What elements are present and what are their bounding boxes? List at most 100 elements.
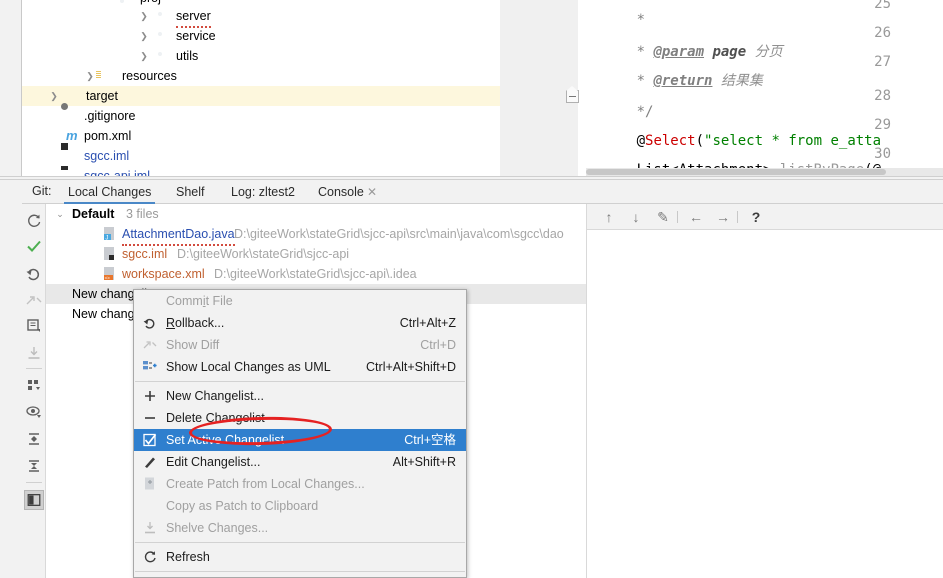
changelist-row[interactable]: ⌄ Default 3 files [46,204,586,224]
project-tree-panel[interactable]: proj ❯ server ❯ service ❯ utils ❯ resour… [22,0,500,176]
changed-file-name: AttachmentDao.java [122,224,235,246]
menu-item-shelve-changes[interactable]: Shelve Changes... [134,517,466,539]
git-window-label: Git: [32,184,52,198]
annotate-icon[interactable]: ✎ [655,209,671,225]
line-number: 26 [874,25,891,41]
code-editor-panel[interactable]: 25 26 27 28 29 30 * * @param page 分页 * @… [500,0,943,176]
code-token: @return [653,73,713,89]
checkbox-icon [142,432,158,448]
tree-row[interactable]: ❯ target [22,86,500,106]
menu-item-refresh[interactable]: Refresh [134,546,466,568]
pencil-icon [142,454,158,470]
chevron-right-icon[interactable]: ❯ [48,86,60,106]
tree-row[interactable]: ❯ resources [22,66,500,86]
toolbar-separator [26,482,42,483]
minus-icon [142,410,158,426]
file-iml-icon [66,169,80,176]
tab-local-changes[interactable]: Local Changes [64,182,156,204]
commit-check-icon[interactable] [25,237,43,255]
diff-preview-pane[interactable]: ↑ ↓ ✎ ← → ? [586,204,943,578]
xml-file-icon: <> [104,267,116,281]
changed-file-row[interactable]: J AttachmentDao.java D:\giteeWork\stateG… [46,224,586,246]
show-diff-icon [142,337,158,353]
editor-horizontal-scrollbar[interactable] [586,168,943,176]
uml-icon [142,359,158,375]
folder-orange-icon [66,89,80,103]
changed-file-row[interactable]: <> workspace.xml D:\giteeWork\stateGrid\… [46,264,586,284]
refresh-icon [142,549,158,565]
group-by-icon[interactable] [25,376,43,394]
tab-log[interactable]: Log: zltest2 [227,182,299,204]
menu-item-label: Shelve Changes... [166,521,269,535]
next-change-icon[interactable]: ↓ [628,209,644,225]
menu-item-label: Edit Changelist... [166,455,261,469]
chevron-right-icon[interactable]: ❯ [138,26,150,46]
line-number: 28 [874,88,891,104]
patch-icon [142,476,158,492]
chevron-right-icon[interactable]: ❯ [138,6,150,26]
tab-console[interactable]: Console [314,182,368,204]
folder-gray-icon [156,9,170,23]
menu-item-edit-changelist[interactable]: Edit Changelist... Alt+Shift+R [134,451,466,473]
menu-item-label: Create Patch from Local Changes... [166,477,365,491]
help-icon[interactable]: ? [748,209,764,225]
tree-row[interactable]: ❯ utils [22,46,500,66]
menu-item-label: New Changelist... [166,389,264,403]
changelist-file-count: 3 files [126,207,159,221]
show-diff-icon[interactable] [25,292,43,310]
rollback-icon[interactable] [25,265,43,283]
menu-item-create-patch-from-local-changes[interactable]: Create Patch from Local Changes... [134,473,466,495]
menu-item-label: Delete Changelist [166,411,265,425]
menu-item-show-diff[interactable]: Show Diff Ctrl+D [134,334,466,356]
context-menu[interactable]: Commit File Rollback... Ctrl+Alt+Z Show … [133,289,467,578]
file-view-icon[interactable] [25,317,43,335]
previous-change-icon[interactable]: ↑ [601,209,617,225]
java-file-icon: J [104,227,116,241]
menu-item-copy-as-patch-to-clipboard[interactable]: Copy as Patch to Clipboard [134,495,466,517]
menu-item-show-local-changes-as-uml[interactable]: Show Local Changes as UML Ctrl+Alt+Shift… [134,356,466,378]
menu-item-shortcut: Alt+Shift+R [392,455,456,469]
tree-row-label: resources [122,69,177,83]
tab-shelf[interactable]: Shelf [172,182,209,204]
tree-row[interactable]: m pom.xml [22,126,500,146]
back-icon[interactable]: ← [688,209,704,225]
tree-row[interactable]: ❯ server [22,6,500,28]
collapse-all-icon[interactable] [25,457,43,475]
forward-icon[interactable]: → [715,209,731,225]
menu-item-shortcut: Ctrl+Alt+Z [399,316,456,330]
close-icon[interactable]: ✕ [367,185,377,199]
chevron-down-icon[interactable]: ⌄ [54,204,66,224]
menu-item-new-changelist[interactable]: New Changelist... [134,385,466,407]
line-number: 25 [874,0,891,12]
tree-row-label: server [176,6,211,28]
menu-item-commit-file[interactable]: Commit File [134,290,466,312]
tree-row-label: utils [176,49,199,63]
git-side-toolbar [22,204,46,578]
tree-row[interactable]: sgcc.iml [22,146,500,166]
chevron-right-icon[interactable]: ❯ [138,46,150,66]
show-ignored-icon[interactable] [25,403,43,421]
preview-diff-icon[interactable] [24,490,44,510]
tree-row-label: pom.xml [84,129,132,143]
toolbar-separator [677,211,678,223]
refresh-icon[interactable] [25,212,43,230]
code-fold-marker[interactable] [566,86,579,103]
menu-item-rollback[interactable]: Rollback... Ctrl+Alt+Z [134,312,466,334]
menu-item-label: Show Local Changes as UML [166,360,331,374]
chevron-right-icon[interactable]: ❯ [84,66,96,86]
expand-all-icon[interactable] [25,430,43,448]
svg-text:<>: <> [105,275,111,280]
svg-text:J: J [105,235,108,241]
tree-row[interactable]: .gitignore [22,106,500,126]
scrollbar-thumb[interactable] [586,169,886,175]
menu-item-label: Set Active Changelist [166,433,285,447]
changed-file-path: D:\giteeWork\stateGrid\sjcc-api\.idea [214,267,417,281]
menu-item-set-active-changelist[interactable]: Set Active Changelist Ctrl+空格 [134,429,466,451]
tree-row[interactable]: sgcc-api.iml [22,166,500,176]
tree-row[interactable]: ❯ service [22,26,500,46]
shelve-icon[interactable] [25,344,43,362]
ide-window: Structure Favorites Web pro [0,0,943,578]
menu-item-delete-changelist[interactable]: Delete Changelist [134,407,466,429]
changed-file-row[interactable]: sgcc.iml D:\giteeWork\stateGrid\sjcc-api [46,244,586,264]
